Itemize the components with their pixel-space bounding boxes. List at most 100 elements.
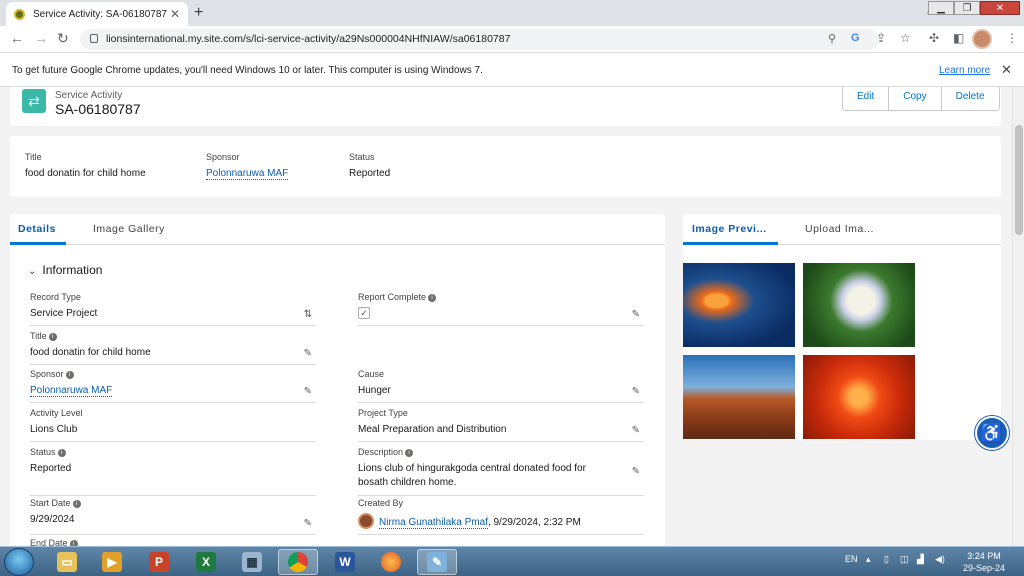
close-tab-icon[interactable]: ✕ <box>170 7 180 21</box>
highlight-title: Title food donatin for child home <box>25 152 146 179</box>
edit-pencil-icon[interactable]: ✎ <box>304 518 312 529</box>
field-activity-level: Activity Level Lions Club <box>30 408 316 442</box>
copy-button[interactable]: Copy <box>889 87 942 110</box>
chevron-down-icon: ⌄ <box>28 266 37 277</box>
highlight-status: Status Reported <box>349 152 391 179</box>
info-icon[interactable]: i <box>57 449 66 457</box>
tab-image-gallery[interactable]: Image Gallery <box>93 223 165 235</box>
windows-taskbar: ▭ ▶ P X ▦ W ✎ EN ▴ ▯ ◫ ▟ ◀) 3:24 PM 29-S… <box>0 546 1024 576</box>
sponsor-field-link[interactable]: Polonnaruwa MAF <box>30 385 113 397</box>
system-clock[interactable]: 3:24 PM 29-Sep-24 <box>960 550 1008 574</box>
tray-expand-icon[interactable]: ▴ <box>866 554 871 565</box>
desert-image[interactable] <box>683 355 795 439</box>
maximize-icon[interactable]: ❐ <box>954 1 980 15</box>
jellyfish-image[interactable] <box>683 263 795 347</box>
field-end-date: End Date i <box>30 538 316 546</box>
extensions-icon[interactable]: ✣ <box>929 31 939 45</box>
field-description: Description i Lions club of hingurakgoda … <box>358 447 644 496</box>
powerpoint-icon[interactable]: P <box>139 549 179 575</box>
info-icon[interactable]: i <box>405 449 414 457</box>
action-buttons: Edit Copy Delete <box>842 87 1000 111</box>
info-icon[interactable]: i <box>72 500 81 508</box>
paint-icon[interactable]: ✎ <box>417 549 457 575</box>
report-complete-checkbox[interactable]: ✓ <box>358 307 370 319</box>
address-bar[interactable]: lionsinternational.my.site.com/s/lci-ser… <box>80 29 880 50</box>
information-section-header[interactable]: ⌄ Information <box>28 263 102 277</box>
window-close-icon[interactable]: ✕ <box>980 1 1020 15</box>
tab-title: Service Activity: SA-06180787 <box>33 8 167 20</box>
info-icon[interactable]: i <box>48 333 57 341</box>
minimize-icon[interactable]: ▁ <box>928 1 954 15</box>
infobar-close-icon[interactable]: ✕ <box>1001 62 1012 78</box>
lions-favicon-icon <box>14 8 25 20</box>
excel-icon[interactable]: X <box>186 549 226 575</box>
field-status: Status i Reported <box>30 447 316 496</box>
tab-upload-image[interactable]: Upload Ima... <box>805 223 874 235</box>
image-tabs: Image Previ... Upload Ima... <box>683 214 1001 245</box>
field-start-date: Start Date i 9/29/2024 ✎ <box>30 498 316 535</box>
window-controls: ▁ ❐ ✕ <box>928 0 1020 15</box>
edit-pencil-icon[interactable]: ✎ <box>632 386 640 397</box>
google-icon[interactable]: G <box>851 32 860 44</box>
location-icon[interactable]: ⚲ <box>828 32 836 45</box>
info-icon[interactable]: i <box>428 294 437 302</box>
battery-icon[interactable]: ▯ <box>884 554 889 565</box>
share-icon[interactable]: ⇪ <box>876 31 886 45</box>
edit-button[interactable]: Edit <box>843 87 890 110</box>
side-panel-icon[interactable]: ◧ <box>953 31 964 45</box>
highlight-sponsor: Sponsor Polonnaruwa MAF <box>206 152 289 180</box>
service-activity-icon: ⇄ <box>22 89 46 113</box>
page-scrollbar[interactable] <box>1012 87 1024 546</box>
lock-icon[interactable] <box>90 34 98 43</box>
accessibility-icon[interactable]: ♿ <box>975 416 1009 450</box>
firefox-icon[interactable] <box>371 549 411 575</box>
forward-icon[interactable]: → <box>34 30 48 46</box>
delete-button[interactable]: Delete <box>941 87 999 110</box>
new-tab-icon[interactable]: + <box>194 4 203 22</box>
sponsor-link[interactable]: Polonnaruwa MAF <box>206 168 289 180</box>
network-icon[interactable]: ◫ <box>900 554 909 565</box>
browser-toolbar: ← → ↻ lionsinternational.my.site.com/s/l… <box>0 26 1024 53</box>
back-icon[interactable]: ← <box>10 30 24 46</box>
edit-pencil-icon[interactable]: ✎ <box>632 466 640 477</box>
scrollbar-thumb[interactable] <box>1015 125 1023 235</box>
highlights-panel: Title food donatin for child home Sponso… <box>10 136 1001 197</box>
browser-tab-strip: Service Activity: SA-06180787 ✕ + ⌄ ▁ ❐ … <box>0 0 1024 26</box>
explorer-app-icon[interactable]: ▭ <box>47 549 87 575</box>
chrome-app-icon[interactable] <box>278 549 318 575</box>
edit-pencil-icon[interactable]: ✎ <box>632 309 640 320</box>
user-avatar <box>358 513 374 529</box>
edit-pencil-icon[interactable]: ✎ <box>304 386 312 397</box>
tab-details[interactable]: Details <box>18 223 56 235</box>
word-icon[interactable]: W <box>325 549 365 575</box>
url-text: lionsinternational.my.site.com/s/lci-ser… <box>106 33 511 45</box>
field-project-type: Project Type Meal Preparation and Distri… <box>358 408 644 442</box>
media-player-icon[interactable]: ▶ <box>92 549 132 575</box>
edit-pencil-icon[interactable]: ✎ <box>304 348 312 359</box>
volume-icon[interactable]: ◀) <box>935 554 945 565</box>
field-sponsor: Sponsor i Polonnaruwa MAF ✎ <box>30 369 316 403</box>
page-content: ⇄ Service Activity SA-06180787 Edit Copy… <box>0 87 1012 546</box>
record-header: ⇄ Service Activity SA-06180787 Edit Copy… <box>10 87 1001 126</box>
signal-icon[interactable]: ▟ <box>917 554 924 565</box>
details-tabs: Details Image Gallery <box>10 214 665 245</box>
learn-more-link[interactable]: Learn more <box>939 65 990 76</box>
change-record-type-icon[interactable]: ⇅ <box>304 309 312 320</box>
language-indicator[interactable]: EN <box>845 554 858 564</box>
menu-icon[interactable]: ⋮ <box>1006 31 1018 45</box>
profile-avatar[interactable] <box>972 29 992 49</box>
active-tab-underline <box>10 242 66 245</box>
infobar-message: To get future Google Chrome updates, you… <box>12 65 483 76</box>
hydrangea-image[interactable] <box>803 263 915 347</box>
calculator-icon[interactable]: ▦ <box>232 549 272 575</box>
bookmark-star-icon[interactable]: ☆ <box>900 31 911 45</box>
browser-tab[interactable]: Service Activity: SA-06180787 ✕ <box>6 2 188 26</box>
start-button-icon[interactable] <box>4 548 34 576</box>
reload-icon[interactable]: ↻ <box>57 30 69 47</box>
info-icon[interactable]: i <box>65 371 74 379</box>
tab-image-preview[interactable]: Image Previ... <box>692 223 767 235</box>
edit-pencil-icon[interactable]: ✎ <box>632 425 640 436</box>
created-by-user-link[interactable]: Nirma Gunathilaka Pmaf <box>379 517 488 529</box>
chrysanthemum-image[interactable] <box>803 355 915 439</box>
field-title: Title i food donatin for child home ✎ <box>30 331 316 365</box>
